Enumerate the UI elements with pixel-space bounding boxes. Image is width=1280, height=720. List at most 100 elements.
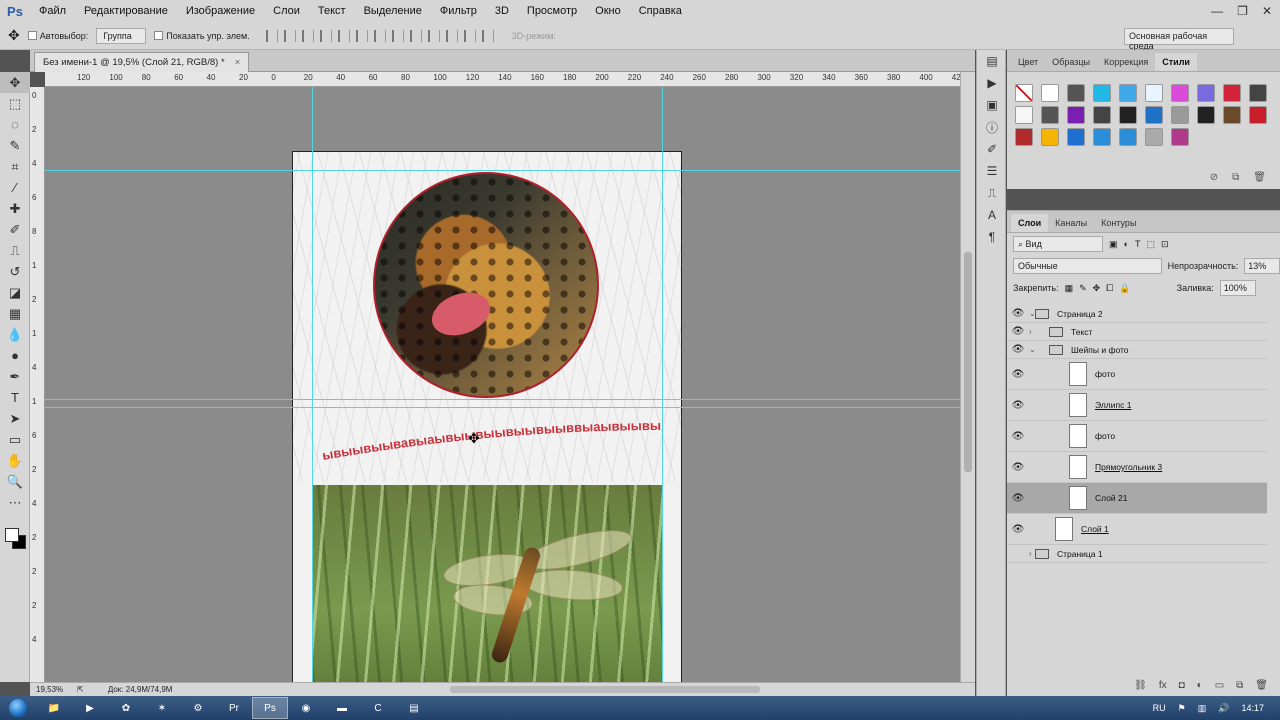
media-icon[interactable]: ▶ (72, 697, 108, 719)
layer-row[interactable]: 👁 Слой 1 (1007, 514, 1267, 545)
restore-icon[interactable]: ❐ (1237, 4, 1248, 18)
panel-tab[interactable]: Коррекция (1097, 53, 1155, 71)
style-swatch[interactable] (1119, 84, 1137, 102)
style-swatch[interactable] (1145, 84, 1163, 102)
app-icon[interactable]: ▤ (396, 697, 432, 719)
expand-icon[interactable]: ⌄ (1029, 345, 1049, 354)
type-tool-icon[interactable]: T (0, 387, 30, 408)
app-icon[interactable]: ✿ (108, 697, 144, 719)
hand-tool-icon[interactable]: ✋ (0, 450, 30, 471)
visibility-icon[interactable]: 👁 (1007, 308, 1029, 319)
guide-vertical[interactable] (662, 87, 663, 682)
clone-source-icon[interactable]: ⎍ (977, 182, 1007, 204)
style-swatch[interactable] (1093, 106, 1111, 124)
menu-item[interactable]: Окно (586, 0, 630, 22)
history-icon[interactable]: ▤ (977, 50, 1007, 72)
guide-horizontal[interactable] (45, 170, 960, 171)
autoselect-dropdown[interactable]: Группа (96, 27, 147, 44)
gradient-tool-icon[interactable]: ▦ (0, 303, 30, 324)
style-swatch[interactable] (1093, 128, 1111, 146)
style-swatch[interactable] (1067, 84, 1085, 102)
visibility-icon[interactable]: 👁 (1007, 524, 1029, 535)
eyedropper-icon[interactable]: ⁄ (0, 177, 30, 198)
show-controls-checkbox[interactable]: Показать упр. элем. (154, 30, 250, 42)
guide-horizontal[interactable] (45, 407, 960, 408)
new-group-icon[interactable]: ▭ (1215, 680, 1224, 691)
eraser-tool-icon[interactable]: ◪ (0, 282, 30, 303)
new-style-icon[interactable]: ⧉ (1232, 172, 1239, 183)
layer-row[interactable]: 👁 › Текст (1007, 323, 1267, 341)
app-icon[interactable]: ▬ (324, 697, 360, 719)
layer-row[interactable]: 👁 фото (1007, 421, 1267, 452)
blend-mode-select[interactable]: Обычные (1013, 258, 1162, 274)
character-icon[interactable]: A (977, 204, 1007, 226)
visibility-icon[interactable]: 👁 (1007, 369, 1029, 380)
panel-tab[interactable]: Стили (1155, 53, 1197, 71)
visibility-icon[interactable]: 👁 (1007, 493, 1029, 504)
canvas-area[interactable]: ывыывыывавыаывыывыывыывыыввыаывыывыывыыв (45, 87, 960, 682)
start-button[interactable] (0, 696, 36, 720)
move-tool-icon[interactable]: ✥ (8, 27, 20, 44)
filter-smart-icon[interactable]: ⊡ (1161, 239, 1169, 250)
visibility-icon[interactable]: 👁 (1007, 326, 1029, 337)
menu-item[interactable]: Редактирование (75, 0, 177, 22)
app-icon[interactable]: ✶ (144, 697, 180, 719)
minimize-icon[interactable]: — (1211, 4, 1223, 18)
visibility-icon[interactable]: 👁 (1007, 431, 1029, 442)
layer-filter-select[interactable]: ⌕ Вид (1013, 236, 1103, 252)
volume-icon[interactable]: 🔊 (1218, 703, 1229, 714)
visibility-icon[interactable]: 👁 (1007, 462, 1029, 473)
menu-item[interactable]: 3D (486, 0, 518, 22)
panel-tab[interactable]: Слои (1011, 214, 1049, 232)
menu-item[interactable]: Текст (309, 0, 355, 22)
lasso-tool-icon[interactable]: ◌ (0, 114, 30, 135)
style-swatch[interactable] (1197, 84, 1215, 102)
properties-icon[interactable]: ▣ (977, 94, 1007, 116)
style-swatch[interactable] (1145, 106, 1163, 124)
style-swatch[interactable] (1171, 84, 1189, 102)
autoselect-checkbox[interactable]: Автовыбор: (27, 30, 88, 42)
curved-text-layer[interactable]: ывыывыывавыаывыывыывыывыыввыаывыывыывыыв (317, 408, 663, 480)
healing-brush-icon[interactable]: ✚ (0, 198, 30, 219)
app-icon[interactable]: ⚙ (180, 697, 216, 719)
delete-style-icon[interactable]: 🗑 (1253, 172, 1266, 183)
layer-mask-icon[interactable]: ◘ (1179, 680, 1185, 691)
leopard-photo[interactable] (373, 172, 599, 398)
brush-presets-icon[interactable]: ✐ (977, 138, 1007, 160)
layer-row[interactable]: › Страница 1 (1007, 545, 1267, 563)
layer-row[interactable]: 👁 ⌄ Страница 2 (1007, 305, 1267, 323)
panel-tab[interactable]: Контуры (1094, 214, 1143, 232)
layer-style-icon[interactable]: fx (1159, 680, 1167, 691)
dodge-tool-icon[interactable]: ● (0, 345, 30, 366)
style-swatch[interactable] (1223, 84, 1241, 102)
blur-tool-icon[interactable]: 💧 (0, 324, 30, 345)
opacity-input[interactable]: 13% (1244, 258, 1280, 274)
filter-shape-icon[interactable]: ⬚ (1146, 239, 1155, 250)
premiere-icon[interactable]: Pr (216, 697, 252, 719)
panel-tab[interactable]: Цвет (1011, 53, 1045, 71)
explorer-icon[interactable]: 📁 (36, 697, 72, 719)
align-buttons[interactable] (265, 29, 494, 42)
style-swatch[interactable] (1015, 106, 1033, 124)
quick-select-icon[interactable]: ✎ (0, 135, 30, 156)
document-tab[interactable]: Без имени-1 @ 19,5% (Слой 21, RGB/8) * × (34, 52, 250, 72)
actions-icon[interactable]: ▶ (977, 72, 1007, 94)
style-swatch[interactable] (1119, 106, 1137, 124)
layer-row[interactable]: 👁 фото (1007, 359, 1267, 390)
filter-image-icon[interactable]: ▣ (1109, 239, 1118, 250)
horizontal-scrollbar[interactable] (450, 686, 760, 693)
style-swatch[interactable] (1041, 84, 1059, 102)
style-swatch[interactable] (1119, 128, 1137, 146)
style-swatch[interactable] (1249, 84, 1267, 102)
foreground-color-swatch[interactable] (5, 528, 19, 542)
more-tools-icon[interactable]: ⋯ (0, 492, 30, 513)
menu-item[interactable]: Файл (30, 0, 75, 22)
close-icon[interactable]: ✕ (1262, 4, 1272, 18)
path-select-icon[interactable]: ➤ (0, 408, 30, 429)
style-swatch[interactable] (1067, 128, 1085, 146)
shape-tool-icon[interactable]: ▭ (0, 429, 30, 450)
lock-paint-icon[interactable]: ✎ (1079, 283, 1087, 294)
dragonfly-photo[interactable] (313, 485, 662, 682)
layer-row[interactable]: 👁 Прямоугольник 3 (1007, 452, 1267, 483)
brush-tool-icon[interactable]: ✐ (0, 219, 30, 240)
